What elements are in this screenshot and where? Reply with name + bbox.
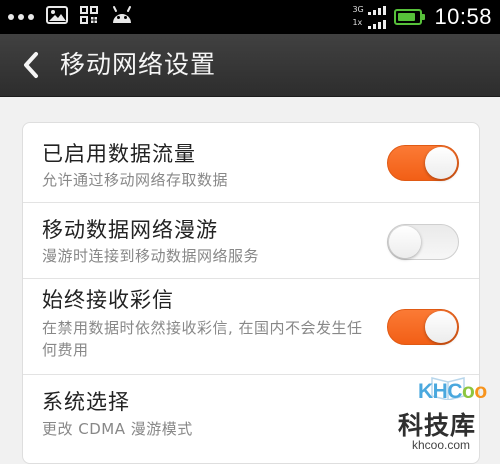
android-icon bbox=[110, 5, 134, 29]
qr-code-icon bbox=[80, 6, 98, 28]
watermark-logo: KHCoo bbox=[418, 377, 487, 406]
watermark-logo-text: KHCoo bbox=[418, 380, 487, 403]
toggle-knob bbox=[425, 147, 457, 179]
setting-title: 系统选择 bbox=[42, 390, 130, 414]
title-bar: 移动网络设置 bbox=[0, 34, 500, 97]
watermark-name: 科技库 bbox=[398, 411, 477, 440]
status-bar: 3G 1x 10:58 bbox=[0, 0, 500, 34]
setting-subtitle: 漫游时连接到移动数据网络服务 bbox=[42, 247, 260, 265]
setting-title: 始终接收彩信 bbox=[42, 288, 174, 312]
data-roaming-toggle[interactable] bbox=[387, 224, 459, 260]
setting-data-roaming[interactable]: 移动数据网络漫游 漫游时连接到移动数据网络服务 bbox=[23, 203, 479, 279]
clock: 10:58 bbox=[434, 4, 492, 29]
always-receive-mms-toggle[interactable] bbox=[387, 309, 459, 345]
status-bar-system: 3G 1x 10:58 bbox=[352, 4, 492, 30]
toggle-knob bbox=[389, 226, 421, 258]
setting-title: 移动数据网络漫游 bbox=[42, 218, 218, 242]
setting-data-enabled[interactable]: 已启用数据流量 允许通过移动网络存取数据 bbox=[23, 123, 479, 203]
image-notification-icon bbox=[46, 6, 68, 28]
setting-subtitle: 在禁用数据时依然接收彩信, 在国内不会发生任何费用 bbox=[42, 319, 363, 359]
watermark-url: khcoo.com bbox=[412, 438, 471, 452]
back-button[interactable] bbox=[14, 48, 48, 82]
status-bar-notifications bbox=[8, 5, 134, 29]
setting-subtitle: 允许通过移动网络存取数据 bbox=[42, 171, 229, 189]
battery-icon bbox=[394, 9, 426, 25]
chevron-left-icon bbox=[24, 52, 38, 78]
setting-title: 已启用数据流量 bbox=[42, 142, 196, 166]
battery-level bbox=[398, 13, 416, 21]
toggle-knob bbox=[425, 311, 457, 343]
setting-always-receive-mms[interactable]: 始终接收彩信 在禁用数据时依然接收彩信, 在国内不会发生任何费用 bbox=[23, 279, 479, 375]
page-title: 移动网络设置 bbox=[60, 50, 217, 79]
data-enabled-toggle[interactable] bbox=[387, 145, 459, 181]
cellular-signal-icon: 3G 1x bbox=[352, 4, 388, 30]
more-notifications-icon bbox=[8, 14, 34, 20]
setting-subtitle: 更改 CDMA 漫游模式 bbox=[42, 420, 193, 438]
